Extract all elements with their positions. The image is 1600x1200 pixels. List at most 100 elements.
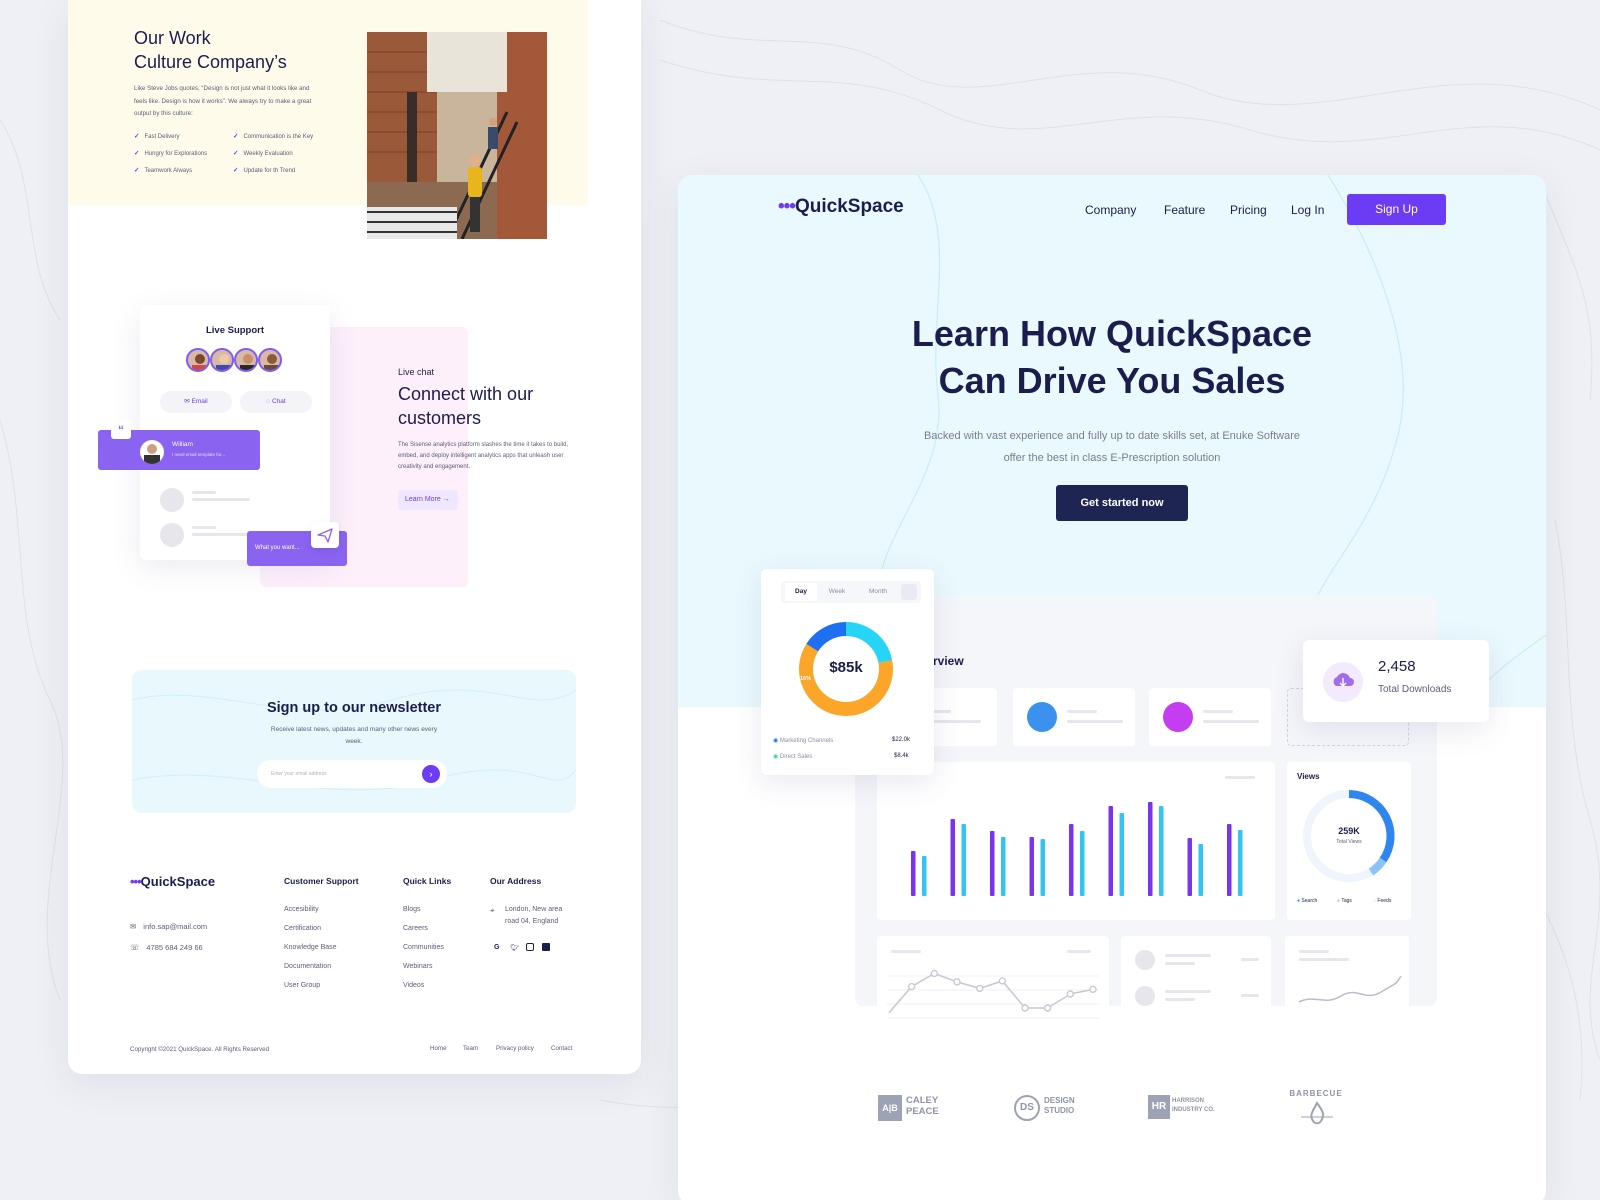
legend-direct-label: Direct Sales: [779, 754, 813, 760]
tab-day[interactable]: Day: [785, 583, 817, 601]
quick-link[interactable]: Videos: [403, 982, 424, 989]
quick-link[interactable]: Careers: [403, 925, 428, 932]
live-chat-title: Connect with our customers: [398, 384, 534, 428]
header-logo[interactable]: •••QuickSpace: [778, 196, 904, 218]
placeholder-avatar: [1135, 950, 1155, 970]
design-studio-mark: DS: [1014, 1095, 1040, 1121]
hero-subtitle-line1: Backed with vast experience and fully up…: [923, 430, 1301, 442]
donut-center-value: $85k: [829, 659, 863, 676]
bar: [911, 851, 916, 896]
avatar[interactable]: [234, 348, 258, 372]
get-started-button[interactable]: Get started now: [1056, 485, 1188, 521]
chat-button[interactable]: ◌ Chat: [240, 391, 312, 413]
legend-direct-value: $8.4k: [894, 753, 909, 759]
bottom-link[interactable]: Contact: [551, 1045, 572, 1052]
quick-link[interactable]: Blogs: [403, 906, 421, 913]
avatar[interactable]: [210, 348, 234, 372]
placeholder-line: [1067, 720, 1123, 723]
support-link[interactable]: User Group: [284, 982, 320, 989]
twitter-icon[interactable]: 🐦︎: [510, 944, 519, 952]
envelope-icon: ✉: [130, 922, 137, 931]
line-point: [998, 977, 1007, 985]
avatar-image: [216, 354, 232, 370]
bar: [990, 831, 995, 896]
bar: [1040, 839, 1045, 896]
line-series: [888, 972, 1094, 1014]
office-photo-illustration: [367, 32, 547, 239]
legend-marketing: ◉ Marketing Channels: [773, 737, 833, 744]
support-heading: Customer Support: [284, 876, 359, 886]
placeholder-line: [192, 498, 250, 501]
footer-email-text: info.sap@mail.com: [143, 922, 208, 931]
bottom-link[interactable]: Home: [430, 1045, 447, 1052]
newsletter-submit-button[interactable]: ›: [422, 765, 440, 783]
line-point: [1043, 1004, 1052, 1012]
revenue-donut-card: Day Week Month $85k 16% ◉ Marketing Chan…: [761, 569, 934, 775]
email-button-label: Email: [191, 398, 208, 405]
nav-pricing[interactable]: Pricing: [1230, 203, 1267, 217]
design-studio-text: DESIGN STUDIO: [1044, 1096, 1075, 1115]
bottom-link[interactable]: Team: [463, 1045, 478, 1052]
bar-chart: [911, 802, 1243, 896]
signup-button[interactable]: Sign Up: [1347, 194, 1446, 225]
learn-more-button[interactable]: Learn More →: [398, 490, 458, 510]
legend-dot: ◉: [773, 754, 780, 760]
linkedin-icon[interactable]: [542, 943, 550, 951]
placeholder-line: [1203, 710, 1233, 713]
chat-button-label: Chat: [271, 398, 286, 405]
hero-title: Learn How QuickSpace Can Drive You Sales: [678, 310, 1546, 404]
live-chat-description: The Sisense analytics platform slashes t…: [398, 442, 569, 470]
support-link[interactable]: Knowledge Base: [284, 944, 337, 951]
email-input[interactable]: Enter your email address: [257, 760, 447, 788]
nav-login[interactable]: Log In: [1291, 203, 1324, 217]
google-icon[interactable]: G: [494, 944, 499, 951]
donut-slice: [806, 622, 847, 652]
placeholder-line: [192, 533, 250, 536]
downloads-value: 2,458: [1378, 658, 1416, 675]
placeholder-avatar: [160, 523, 184, 547]
legend-search: ● Search: [1297, 898, 1317, 904]
support-link[interactable]: Documentation: [284, 963, 331, 970]
legend-tags-label: Tags: [1341, 898, 1352, 904]
tab-week[interactable]: Week: [821, 583, 853, 601]
donut-slice: [845, 622, 893, 664]
instagram-icon[interactable]: [526, 943, 534, 951]
quick-link[interactable]: Communities: [403, 944, 444, 951]
sparkline: [1298, 975, 1402, 1003]
stat-dot: [1163, 702, 1193, 732]
culture-item: Hungry for Explorations: [134, 149, 207, 157]
support-link[interactable]: Certification: [284, 925, 321, 932]
hero-subtitle-line2: offer the best in class E-Prescription s…: [1003, 452, 1221, 464]
logo-dots: •••: [130, 874, 142, 889]
nav-feature[interactable]: Feature: [1164, 203, 1205, 217]
bottom-link[interactable]: Privacy policy: [496, 1045, 534, 1052]
support-link[interactable]: Accesibility: [284, 906, 319, 913]
agent-avatar: [140, 440, 164, 464]
legend-tags: ● Tags: [1337, 898, 1352, 904]
send-button[interactable]: [311, 522, 339, 548]
avatar[interactable]: [258, 348, 282, 372]
quick-link[interactable]: Webinars: [403, 963, 432, 970]
bar: [1119, 813, 1124, 896]
calendar-icon[interactable]: [901, 584, 917, 600]
avatar[interactable]: [186, 348, 210, 372]
footer-email[interactable]: ✉ info.sap@mail.com: [130, 922, 207, 931]
bar: [1227, 824, 1232, 896]
nav-company[interactable]: Company: [1085, 203, 1136, 217]
stat-card: [1149, 688, 1271, 746]
footer-logo[interactable]: •••QuickSpace: [130, 874, 215, 889]
header-logo-text: QuickSpace: [794, 196, 904, 217]
overview-title: rview: [933, 654, 964, 668]
email-button[interactable]: ✉ Email: [160, 391, 232, 413]
line-point: [930, 969, 939, 978]
footer-phone[interactable]: ☏ 4785 684 249 66: [130, 943, 203, 952]
tab-month[interactable]: Month: [862, 583, 894, 601]
views-card: Views 259K Total Views ● Search ● Tags ●…: [1287, 762, 1411, 920]
download-cloud-glyph: [1333, 673, 1354, 687]
line-chart: [887, 969, 1099, 1019]
bar: [1080, 831, 1085, 896]
placeholder-line: [1067, 710, 1097, 713]
left-landing-page: Our Work Culture Company’s Like Steve Jo…: [68, 0, 641, 1074]
newsletter-title: Sign up to our newsletter: [266, 700, 441, 716]
caley-mark: A|B: [878, 1095, 902, 1121]
